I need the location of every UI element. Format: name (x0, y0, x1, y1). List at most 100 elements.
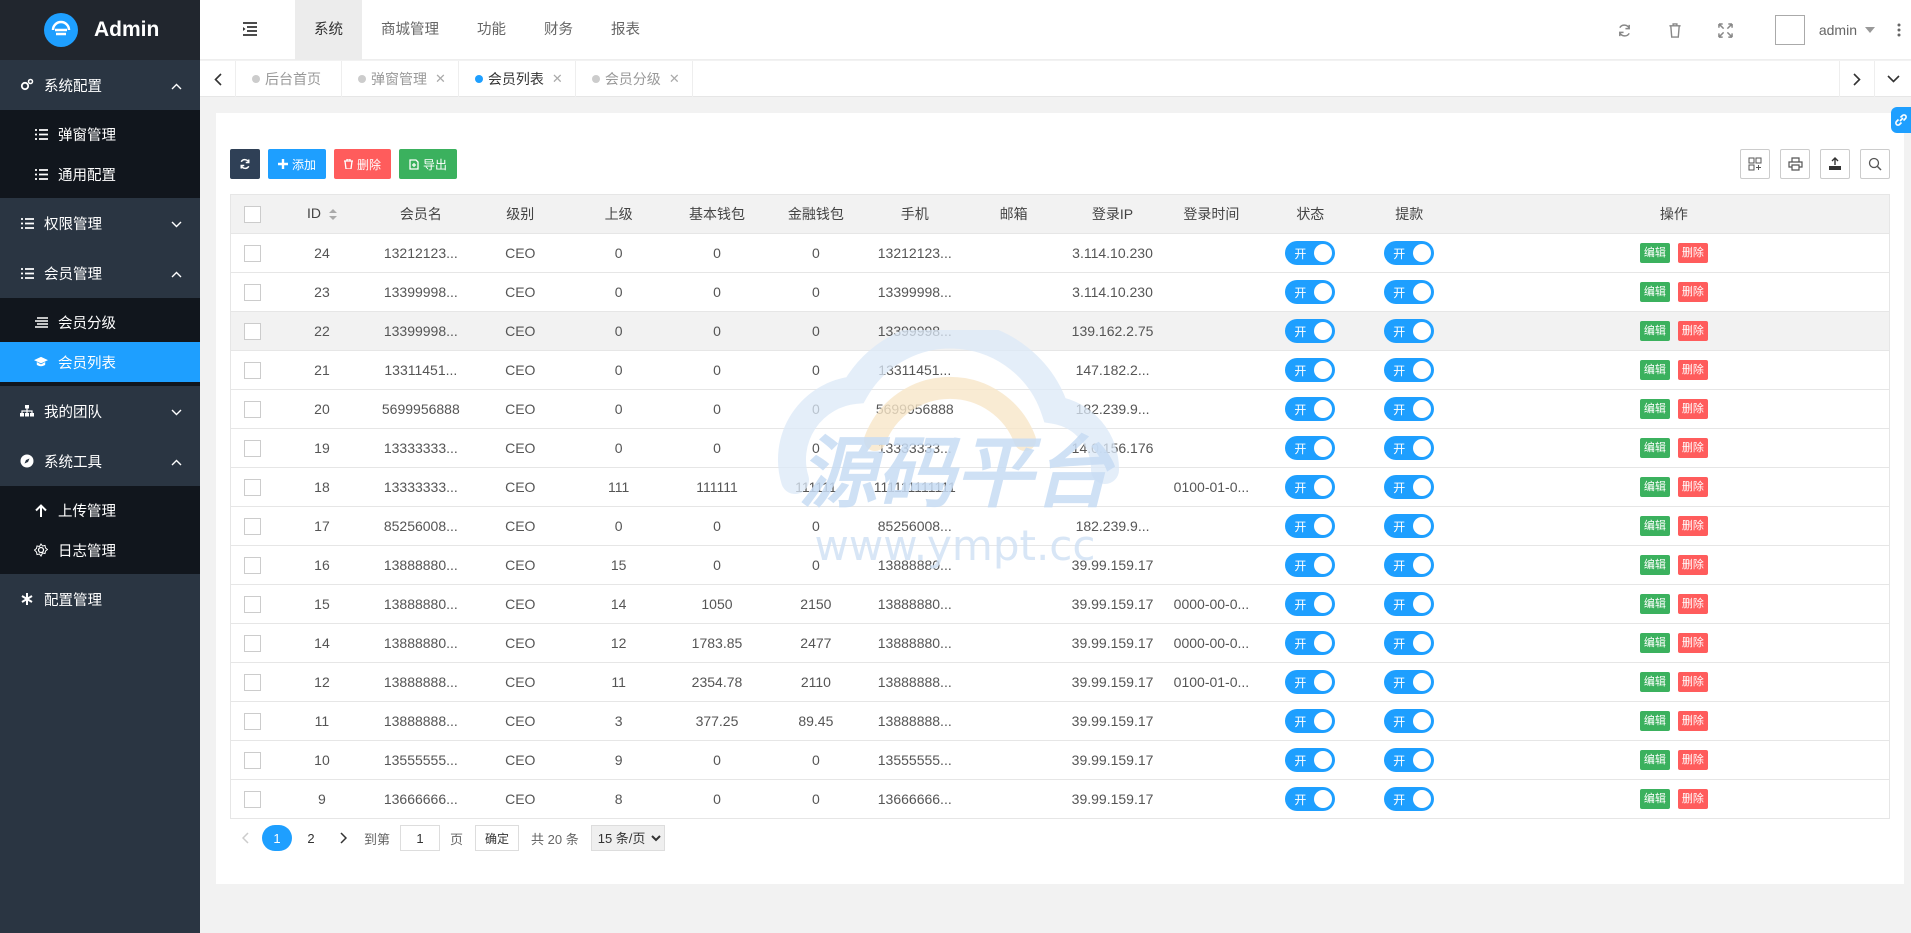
sidebar-item-0-0[interactable]: 弹窗管理 (0, 114, 200, 154)
table-row[interactable]: 12 13888888... CEO 11 2354.78 2110 13888888...… (230, 662, 1890, 702)
status-toggle[interactable]: 开 (1285, 241, 1336, 265)
status-toggle[interactable]: 开 (1285, 553, 1336, 577)
status-toggle[interactable]: 开 (1285, 709, 1336, 733)
sidebar-item-2-0[interactable]: 会员分级 (0, 302, 200, 342)
row-delete-button[interactable]: 删除 (1677, 711, 1708, 731)
top-nav-item[interactable]: 财务 (525, 0, 592, 60)
edit-button[interactable]: 编辑 (1639, 789, 1670, 809)
sidebar-group-0[interactable]: 系统配置 (0, 60, 200, 110)
withdraw-toggle[interactable]: 开 (1384, 436, 1435, 460)
table-row[interactable]: 18 13333333... CEO 111 111111 111111 111111111… (230, 467, 1890, 507)
withdraw-toggle[interactable]: 开 (1384, 475, 1435, 499)
print-icon[interactable] (1780, 149, 1810, 179)
row-delete-button[interactable]: 删除 (1677, 633, 1708, 653)
row-checkbox[interactable] (243, 751, 261, 769)
row-delete-button[interactable]: 删除 (1677, 321, 1708, 341)
withdraw-toggle[interactable]: 开 (1384, 631, 1435, 655)
goto-confirm-button[interactable]: 确定 (475, 825, 520, 851)
edit-button[interactable]: 编辑 (1639, 672, 1670, 692)
withdraw-toggle[interactable]: 开 (1384, 553, 1435, 577)
row-checkbox[interactable] (243, 439, 261, 457)
status-toggle[interactable]: 开 (1285, 670, 1336, 694)
tab-prev-icon[interactable] (200, 61, 236, 97)
withdraw-toggle[interactable]: 开 (1384, 397, 1435, 421)
table-row[interactable]: 20 5699956888 CEO 0 0 0 5699956888 182.239.9...… (230, 389, 1890, 429)
avatar[interactable] (1774, 15, 1805, 45)
edit-button[interactable]: 编辑 (1639, 321, 1670, 341)
reload-button[interactable] (230, 149, 260, 179)
table-row[interactable]: 11 13888888... CEO 3 377.25 89.45 13888888... 3… (230, 701, 1890, 741)
link-icon[interactable] (1891, 107, 1911, 133)
withdraw-toggle[interactable]: 开 (1384, 787, 1435, 811)
row-checkbox[interactable] (243, 595, 261, 613)
withdraw-toggle[interactable]: 开 (1384, 319, 1435, 343)
table-row[interactable]: 10 13555555... CEO 9 0 0 13555555... 39.99.159.… (230, 740, 1890, 780)
export-icon[interactable] (1820, 149, 1850, 179)
sidebar-item-2-1[interactable]: 会员列表 (0, 342, 200, 382)
sidebar-item-0-1[interactable]: 通用配置 (0, 154, 200, 194)
edit-button[interactable]: 编辑 (1639, 477, 1670, 497)
close-icon[interactable]: ✕ (669, 71, 680, 87)
row-checkbox[interactable] (243, 556, 261, 574)
status-toggle[interactable]: 开 (1285, 514, 1336, 538)
table-row[interactable]: 23 13399998... CEO 0 0 0 13399998... 3.114.10.2… (230, 272, 1890, 312)
row-delete-button[interactable]: 删除 (1677, 438, 1708, 458)
status-toggle[interactable]: 开 (1285, 358, 1336, 382)
row-checkbox[interactable] (243, 283, 261, 301)
row-delete-button[interactable]: 删除 (1677, 282, 1708, 302)
table-row[interactable]: 17 85256008... CEO 0 0 0 85256008... 182.239.9.… (230, 506, 1890, 546)
page-size-select[interactable]: 15 条/页 (590, 825, 665, 851)
table-row[interactable]: 24 13212123... CEO 0 0 0 13212123... 3.114.10.2… (230, 233, 1890, 273)
tab-2[interactable]: 会员列表 ✕ (459, 61, 576, 97)
prev-page-icon[interactable] (230, 825, 260, 851)
menu-toggle-icon[interactable] (242, 22, 258, 39)
table-row[interactable]: 21 13311451... CEO 0 0 0 13311451... 147.182.2.… (230, 350, 1890, 390)
status-toggle[interactable]: 开 (1285, 748, 1336, 772)
row-delete-button[interactable]: 删除 (1677, 555, 1708, 575)
edit-button[interactable]: 编辑 (1639, 438, 1670, 458)
status-toggle[interactable]: 开 (1285, 787, 1336, 811)
status-toggle[interactable]: 开 (1285, 436, 1336, 460)
row-delete-button[interactable]: 删除 (1677, 516, 1708, 536)
withdraw-toggle[interactable]: 开 (1384, 709, 1435, 733)
edit-button[interactable]: 编辑 (1639, 360, 1670, 380)
status-toggle[interactable]: 开 (1285, 592, 1336, 616)
add-button[interactable]: 添加 (268, 149, 327, 179)
status-toggle[interactable]: 开 (1285, 319, 1336, 343)
more-vertical-icon[interactable] (1897, 23, 1901, 37)
chevron-down-icon[interactable] (1865, 27, 1875, 33)
withdraw-toggle[interactable]: 开 (1384, 670, 1435, 694)
tab-1[interactable]: 弹窗管理 ✕ (342, 61, 459, 97)
row-checkbox[interactable] (243, 400, 261, 418)
row-delete-button[interactable]: 删除 (1677, 594, 1708, 614)
sort-icon[interactable] (328, 207, 337, 223)
row-delete-button[interactable]: 删除 (1677, 672, 1708, 692)
edit-button[interactable]: 编辑 (1639, 711, 1670, 731)
sidebar-group-4[interactable]: 系统工具 (0, 436, 200, 486)
row-checkbox[interactable] (243, 712, 261, 730)
user-name[interactable]: admin (1819, 22, 1857, 38)
withdraw-toggle[interactable]: 开 (1384, 280, 1435, 304)
refresh-icon[interactable] (1617, 23, 1632, 38)
row-checkbox[interactable] (243, 322, 261, 340)
table-row[interactable]: 22 13399998... CEO 0 0 0 13399998... 139.162.2.… (230, 311, 1890, 351)
row-delete-button[interactable]: 删除 (1677, 243, 1708, 263)
table-row[interactable]: 19 13333333... CEO 0 0 0 13333333... 14.0.156.1… (230, 428, 1890, 468)
tab-0[interactable]: 后台首页 (236, 61, 342, 97)
close-icon[interactable]: ✕ (435, 71, 446, 87)
sidebar-group-3[interactable]: 我的团队 (0, 386, 200, 436)
top-nav-item[interactable]: 商城管理 (362, 0, 458, 60)
tab-3[interactable]: 会员分级 ✕ (576, 61, 693, 97)
export-button[interactable]: 导出 (399, 149, 458, 179)
page-number[interactable]: 2 (296, 825, 326, 851)
table-row[interactable]: 15 13888880... CEO 14 1050 2150 13888880... 39.… (230, 584, 1890, 624)
withdraw-toggle[interactable]: 开 (1384, 514, 1435, 538)
table-row[interactable]: 14 13888880... CEO 12 1783.85 2477 13888880...… (230, 623, 1890, 663)
select-all-checkbox[interactable] (243, 205, 261, 223)
edit-button[interactable]: 编辑 (1639, 243, 1670, 263)
row-delete-button[interactable]: 删除 (1677, 477, 1708, 497)
row-checkbox[interactable] (243, 361, 261, 379)
column-header[interactable]: ID (273, 194, 371, 234)
edit-button[interactable]: 编辑 (1639, 282, 1670, 302)
edit-button[interactable]: 编辑 (1639, 399, 1670, 419)
